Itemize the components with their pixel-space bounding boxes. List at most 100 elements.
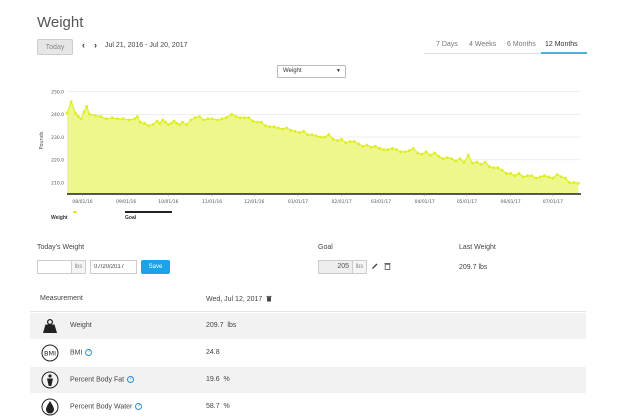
x-tick-label: 09/01/16 — [116, 199, 136, 205]
todays-weight-label: Today's Weight — [37, 244, 85, 251]
tab-6-months[interactable]: 6 Months — [507, 41, 536, 48]
weight-data-point — [65, 111, 69, 115]
weight-input[interactable] — [37, 260, 72, 274]
weight-data-point — [276, 126, 280, 130]
weight-data-point — [82, 110, 86, 114]
tab-7-days[interactable]: 7 Days — [436, 41, 458, 48]
weight-data-point — [483, 160, 487, 164]
legend-goal-swatch — [125, 211, 172, 213]
weight-data-point — [85, 104, 89, 108]
edit-pencil-icon[interactable] — [371, 262, 379, 270]
weight-data-point — [509, 172, 513, 175]
weight-data-point — [289, 128, 293, 132]
weight-data-point — [365, 143, 369, 147]
bmi-icon: BMI — [41, 344, 59, 362]
weight-data-point — [99, 115, 103, 119]
measurement-label: Percent Body Fat — [70, 376, 125, 384]
weight-data-point — [538, 175, 542, 179]
measurement-header-divider — [30, 311, 586, 312]
weight-data-point — [386, 148, 390, 152]
weight-data-point — [310, 133, 314, 137]
weight-data-point — [185, 123, 189, 127]
water-drop-icon — [41, 398, 59, 416]
prev-arrow-icon[interactable]: ‹ — [82, 40, 85, 50]
weight-data-point — [559, 175, 563, 179]
measurement-value: 24.8 — [206, 349, 220, 356]
metric-select[interactable]: Weight ▼ — [277, 65, 346, 78]
weight-data-point — [344, 141, 348, 145]
y-tick-label: 230.0 — [51, 135, 64, 141]
x-tick-label: 07/01/17 — [543, 199, 563, 205]
today-button[interactable]: Today — [37, 39, 73, 55]
y-tick-label: 250.0 — [51, 89, 64, 95]
weight-data-point — [331, 137, 335, 141]
tab-4-weeks[interactable]: 4 Weeks — [469, 41, 496, 48]
weight-data-point — [382, 148, 386, 152]
metric-select-value: Weight — [283, 68, 302, 74]
measurement-date: Wed, Jul 12, 2017 — [206, 296, 263, 303]
weight-data-point — [335, 139, 339, 142]
tab-12-months[interactable]: 12 Months — [545, 41, 578, 48]
x-tick-label: 05/01/17 — [457, 199, 477, 205]
weight-data-point — [496, 166, 500, 170]
x-tick-label: 12/01/16 — [244, 199, 264, 205]
weight-data-point — [169, 121, 173, 125]
weight-data-point — [357, 142, 360, 146]
weight-data-point — [390, 147, 394, 150]
weight-data-point — [138, 120, 142, 124]
help-icon[interactable]: ? — [85, 349, 93, 356]
weight-data-point — [407, 149, 411, 153]
weight-data-point — [517, 172, 521, 175]
weight-data-point — [164, 120, 168, 124]
weight-data-point — [340, 137, 344, 141]
weight-data-point — [551, 176, 555, 180]
weight-data-point — [151, 123, 155, 127]
trash-icon[interactable] — [384, 262, 391, 270]
trash-icon[interactable] — [266, 295, 272, 302]
weight-data-point — [466, 153, 470, 157]
weight-data-point — [428, 153, 432, 157]
date-input[interactable] — [90, 260, 137, 274]
weight-data-point — [369, 145, 373, 149]
legend-weight-label: Weight — [51, 215, 68, 221]
weight-data-point — [488, 165, 491, 169]
help-icon[interactable]: ? — [127, 376, 135, 383]
weight-data-point — [348, 140, 352, 144]
weight-data-point — [555, 173, 559, 177]
weight-data-point — [281, 127, 284, 131]
weight-data-point — [259, 120, 263, 124]
measurement-value: 209.7 lbs — [206, 322, 236, 329]
weight-chart: 210.0 220.0 230.0 240.0 250.0 Pounds 08/01/16 0… — [39, 89, 581, 205]
goal-input[interactable]: 205 — [318, 260, 353, 274]
weight-data-point — [454, 159, 458, 163]
weight-data-point — [69, 100, 73, 104]
measurement-number: 58.7 — [206, 403, 220, 410]
save-button[interactable]: Save — [141, 260, 170, 274]
weight-data-point — [373, 144, 377, 148]
help-icon[interactable]: ? — [135, 403, 143, 410]
weight-data-point — [416, 151, 420, 155]
measurement-row-bmi: BMI BMI? 24.8 — [30, 340, 586, 366]
weight-data-point — [458, 157, 462, 161]
weight-data-point — [230, 112, 234, 116]
weight-data-point — [73, 111, 77, 115]
goal-label: Goal — [318, 244, 333, 251]
weight-data-point — [93, 114, 97, 117]
x-tick-label: 04/01/17 — [415, 199, 435, 205]
body-fat-icon — [41, 371, 59, 389]
x-tick-label: 02/01/17 — [331, 199, 351, 205]
weight-data-point — [437, 154, 441, 158]
weight-data-point — [500, 168, 504, 172]
weight-data-point — [547, 175, 551, 179]
weight-data-point — [251, 119, 255, 123]
weight-data-point — [220, 117, 224, 121]
measurement-header-label: Measurement — [40, 295, 83, 302]
weight-data-point — [189, 118, 193, 122]
weight-data-point — [202, 118, 206, 122]
next-arrow-icon[interactable]: › — [94, 40, 97, 50]
weight-data-point — [445, 156, 449, 160]
weight-data-point — [206, 117, 210, 121]
weight-data-point — [521, 175, 525, 179]
weight-data-point — [352, 140, 356, 144]
weight-data-point — [133, 117, 137, 121]
